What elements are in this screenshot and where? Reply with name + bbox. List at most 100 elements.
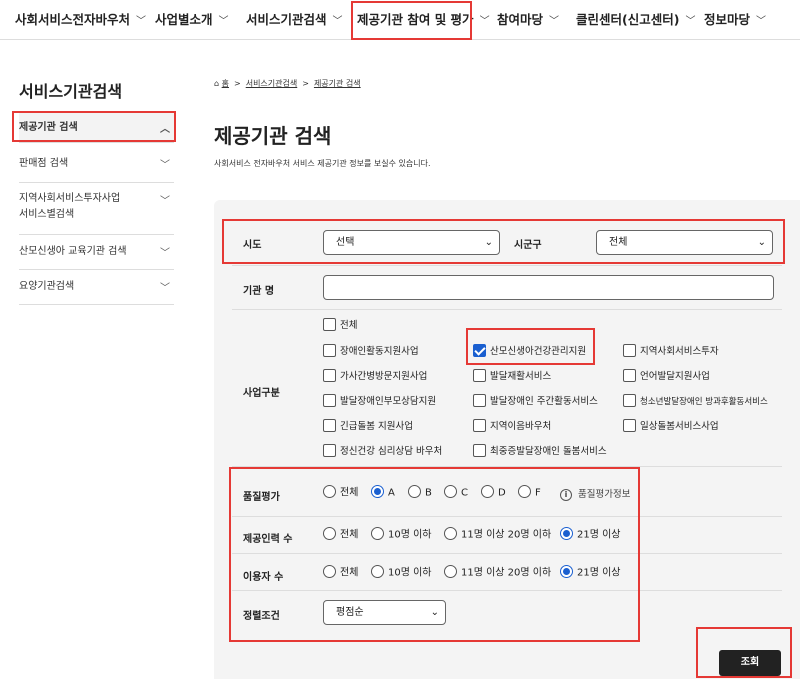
search-button[interactable]: 조회: [719, 650, 781, 676]
quality-info-link[interactable]: i 품질평가정보: [560, 486, 630, 501]
sido-select-value: 선택: [336, 237, 355, 248]
staff-radio-11-20[interactable]: 11명 이상 20명 이하: [444, 527, 551, 543]
checkbox-label: 언어발달지원사업: [640, 371, 710, 382]
sidebar-item-provider-search[interactable]: 제공기관 검색 ︿: [19, 113, 174, 143]
nav-item-community[interactable]: 참여마당 ﹀: [497, 0, 559, 40]
quality-radio-b[interactable]: B: [408, 485, 432, 501]
business-checkbox-daytime-activity[interactable]: 발달장애인 주간활동서비스: [473, 394, 598, 409]
business-checkbox-maternal-newborn[interactable]: 산모신생아건강관리지원: [473, 344, 586, 359]
sigungu-select[interactable]: 전체 ⌄: [596, 230, 773, 255]
business-checkbox-development-rehab[interactable]: 발달재활서비스: [473, 369, 551, 384]
checkbox[interactable]: [323, 444, 336, 457]
nav-item-agency-search[interactable]: 서비스기관검색 ﹀: [246, 0, 343, 40]
radio-button[interactable]: [560, 565, 573, 578]
radio-button[interactable]: [323, 485, 336, 498]
quality-radio-d[interactable]: D: [481, 485, 506, 501]
page-title: 제공기관 검색: [214, 124, 332, 148]
radio-button[interactable]: [323, 527, 336, 540]
checkbox[interactable]: [323, 369, 336, 382]
sidebar-item-maternal-edu-search[interactable]: 산모신생아 교육기관 검색 ﹀: [19, 235, 174, 270]
checkbox[interactable]: [473, 444, 486, 457]
breadcrumb-separator: >: [234, 79, 241, 88]
checkbox[interactable]: [473, 344, 486, 357]
staff-radio-21-over[interactable]: 21명 이상: [560, 527, 621, 543]
radio-label: 21명 이상: [577, 567, 621, 579]
quality-radio-all[interactable]: 전체: [323, 485, 358, 501]
checkbox[interactable]: [473, 369, 486, 382]
agency-name-label: 기관 명: [243, 286, 275, 297]
sort-select-value: 평점순: [336, 607, 364, 618]
sido-label: 시도: [243, 240, 262, 251]
user-count-label: 이용자 수: [243, 572, 284, 583]
checkbox[interactable]: [473, 394, 486, 407]
nav-item-business[interactable]: 사업별소개 ﹀: [155, 0, 229, 40]
info-icon: i: [560, 489, 572, 501]
nav-item-voucher[interactable]: 사회서비스전자바우처 ﹀: [15, 0, 146, 40]
business-checkbox-emergency-care[interactable]: 긴급돌봄 지원사업: [323, 419, 413, 434]
users-radio-21-over[interactable]: 21명 이상: [560, 565, 621, 581]
checkbox[interactable]: [623, 419, 636, 432]
business-checkbox-severe-disability-care[interactable]: 최중증발달장애인 돌봄서비스: [473, 444, 607, 459]
sort-select[interactable]: 평점순 ⌄: [323, 600, 446, 625]
business-checkbox-all[interactable]: 전체: [323, 318, 357, 333]
radio-button[interactable]: [444, 527, 457, 540]
checkbox[interactable]: [323, 318, 336, 331]
checkbox[interactable]: [623, 394, 636, 407]
sidebar-item-store-search[interactable]: 판매점 검색 ﹀: [19, 147, 174, 183]
business-checkbox-daily-care[interactable]: 일상돌봄서비스사업: [623, 419, 719, 434]
checkbox-label: 지역이음바우처: [490, 421, 552, 432]
radio-button[interactable]: [560, 527, 573, 540]
sido-select[interactable]: 선택 ⌄: [323, 230, 500, 255]
staff-radio-all[interactable]: 전체: [323, 527, 358, 543]
quality-radio-a[interactable]: A: [371, 485, 395, 501]
radio-button[interactable]: [518, 485, 531, 498]
radio-label: F: [535, 487, 541, 499]
business-checkbox-mental-health[interactable]: 정신건강 심리상담 바우처: [323, 444, 442, 459]
business-checkbox-community-link[interactable]: 지역이음바우처: [473, 419, 552, 434]
nav-label: 사업별소개: [155, 12, 213, 27]
users-radio-10-under[interactable]: 10명 이하: [371, 565, 432, 581]
staff-radio-10-under[interactable]: 10명 이하: [371, 527, 432, 543]
divider: [232, 309, 782, 310]
breadcrumb-home[interactable]: 홈: [222, 79, 229, 88]
business-type-label: 사업구분: [243, 388, 280, 399]
checkbox[interactable]: [323, 394, 336, 407]
quality-radio-c[interactable]: C: [444, 485, 468, 501]
breadcrumb: ⌂ 홈 > 서비스기관검색 > 제공기관 검색: [214, 78, 361, 89]
radio-button[interactable]: [444, 565, 457, 578]
radio-button[interactable]: [481, 485, 494, 498]
users-radio-all[interactable]: 전체: [323, 565, 358, 581]
checkbox[interactable]: [323, 419, 336, 432]
checkbox[interactable]: [323, 344, 336, 357]
breadcrumb-level1[interactable]: 서비스기관검색: [246, 79, 298, 88]
business-checkbox-community-investment[interactable]: 지역사회서비스투자: [623, 344, 719, 359]
quality-radio-f[interactable]: F: [518, 485, 541, 501]
sidebar-item-community-service-search[interactable]: 지역사회서비스투자사업 서비스별검색 ﹀: [19, 183, 174, 235]
radio-button[interactable]: [323, 565, 336, 578]
chevron-down-icon: ﹀: [160, 160, 170, 171]
business-checkbox-parent-counseling[interactable]: 발달장애인부모상담지원: [323, 394, 436, 409]
nav-item-info[interactable]: 정보마당 ﹀: [704, 0, 766, 40]
home-icon[interactable]: ⌂: [214, 79, 219, 88]
radio-button[interactable]: [371, 527, 384, 540]
business-checkbox-disability-activity[interactable]: 장애인활동지원사업: [323, 344, 419, 359]
business-checkbox-youth-afterschool[interactable]: 청소년발달장애인 방과후활동서비스: [623, 394, 768, 409]
sidebar-item-care-facility-search[interactable]: 요양기관검색 ﹀: [19, 270, 174, 305]
nav-item-participation[interactable]: 제공기관 참여 및 평가 ﹀: [357, 0, 490, 40]
checkbox[interactable]: [623, 344, 636, 357]
breadcrumb-level2[interactable]: 제공기관 검색: [314, 79, 361, 88]
radio-button[interactable]: [371, 565, 384, 578]
business-checkbox-home-care[interactable]: 가사간병방문지원사업: [323, 369, 427, 384]
radio-button[interactable]: [444, 485, 457, 498]
users-radio-11-20[interactable]: 11명 이상 20명 이하: [444, 565, 551, 581]
checkbox[interactable]: [623, 369, 636, 382]
radio-button[interactable]: [371, 485, 384, 498]
quality-info-label: 품질평가정보: [578, 489, 631, 500]
checkbox[interactable]: [473, 419, 486, 432]
agency-name-input[interactable]: [323, 275, 774, 300]
radio-button[interactable]: [408, 485, 421, 498]
sidebar-item-label: 요양기관검색: [19, 281, 75, 292]
top-nav: 사회서비스전자바우처 ﹀ 사업별소개 ﹀ 서비스기관검색 ﹀ 제공기관 참여 및 평가…: [0, 0, 800, 40]
business-checkbox-language-dev[interactable]: 언어발달지원사업: [623, 369, 710, 384]
nav-item-clean-center[interactable]: 클린센터(신고센터) ﹀: [576, 0, 695, 40]
